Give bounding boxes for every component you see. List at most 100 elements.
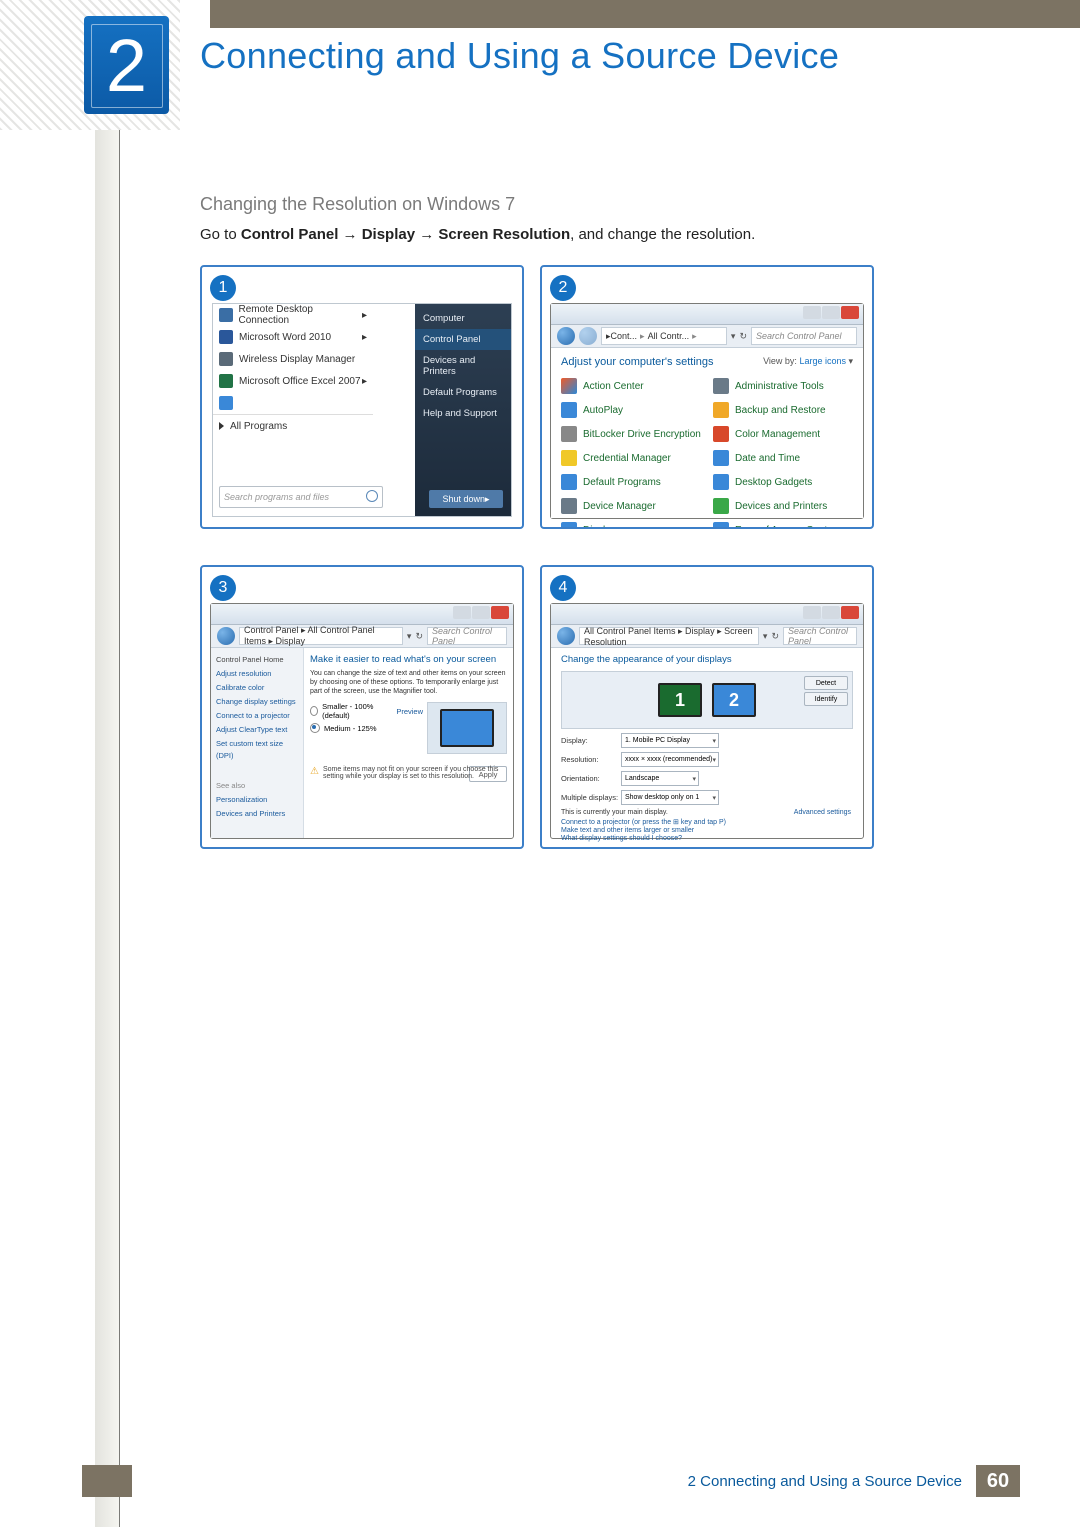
cp-item-credential[interactable]: Credential Manager <box>561 450 701 466</box>
monitor-1-icon[interactable]: 1 <box>658 683 702 717</box>
path-display: Display <box>362 226 415 243</box>
screenshot-step-4: 4 All Control Panel Items ▸ Display ▸ Sc… <box>540 565 874 849</box>
start-item-word[interactable]: Microsoft Word 2010▸ <box>213 326 373 348</box>
minimize-button[interactable] <box>453 606 471 619</box>
close-button[interactable] <box>841 306 859 319</box>
cp-item-gadgets[interactable]: Desktop Gadgets <box>713 474 853 490</box>
display-select[interactable]: 1. Mobile PC Display <box>621 733 719 748</box>
minimize-button[interactable] <box>803 306 821 319</box>
search-input[interactable]: Search Control Panel <box>751 327 857 345</box>
monitor-2-icon[interactable]: 2 <box>712 683 756 717</box>
monitor-icon <box>561 522 577 529</box>
identify-button[interactable]: Identify <box>804 692 848 706</box>
cp-item-backup[interactable]: Backup and Restore <box>713 402 853 418</box>
warning-text: Some items may not fit on your screen if… <box>323 766 507 780</box>
orientation-select[interactable]: Landscape <box>621 771 699 786</box>
path-control-panel: Control Panel <box>241 226 339 243</box>
breadcrumb[interactable]: ▸ Cont... ▸ All Contr... ▸ <box>601 327 727 345</box>
start-item-label: Microsoft Office Excel 2007 <box>239 376 361 387</box>
display-body: Control Panel Home Adjust resolution Cal… <box>211 648 513 838</box>
sidebar-link-calibrate[interactable]: Calibrate color <box>216 682 298 694</box>
search-input[interactable]: Search Control Panel <box>783 627 857 645</box>
nav-back-button[interactable] <box>557 627 575 645</box>
radio-icon <box>310 706 318 716</box>
start-search-input[interactable]: Search programs and files <box>219 486 383 508</box>
maximize-button[interactable] <box>822 606 840 619</box>
intro-prefix: Go to <box>200 226 241 243</box>
start-item-wdm[interactable]: Wireless Display Manager <box>213 348 373 370</box>
cp-item-label: Device Manager <box>583 501 656 512</box>
minimize-button[interactable] <box>803 606 821 619</box>
sidebar-link-cleartype[interactable]: Adjust ClearType text <box>216 724 298 736</box>
note-text: This is currently your main display. <box>561 809 668 816</box>
sidebar-link-devices[interactable]: Devices and Printers <box>216 808 298 820</box>
radio-smaller[interactable]: Smaller - 100% (default) Preview <box>310 702 423 720</box>
cp-item-admin-tools[interactable]: Administrative Tools <box>713 378 853 394</box>
detect-button[interactable]: Detect <box>804 676 848 690</box>
top-decor-band <box>210 0 1080 28</box>
program-icon <box>561 474 577 490</box>
resolution-select[interactable]: xxxx × xxxx (recommended) <box>621 752 719 767</box>
sidebar-link-dpi[interactable]: Set custom text size (DPI) <box>216 738 298 762</box>
control-panel-body: Adjust your computer's settings View by:… <box>551 348 863 518</box>
maximize-button[interactable] <box>472 606 490 619</box>
cp-item-display[interactable]: Display <box>561 522 701 529</box>
sidebar-link-adjust-res[interactable]: Adjust resolution <box>216 668 298 680</box>
all-programs[interactable]: All Programs <box>213 414 373 437</box>
nav-back-button[interactable] <box>557 327 575 345</box>
cp-item-label: BitLocker Drive Encryption <box>583 429 701 440</box>
field-label: Display: <box>561 736 621 745</box>
link-help[interactable]: What display settings should I choose? <box>561 835 853 842</box>
nav-forward-button[interactable] <box>579 327 597 345</box>
start-right-control-panel[interactable]: Control Panel <box>415 329 511 350</box>
close-button[interactable] <box>841 606 859 619</box>
display-icon <box>219 352 233 366</box>
start-item-excel[interactable]: Microsoft Office Excel 2007▸ <box>213 370 373 392</box>
start-right-devices[interactable]: Devices and Printers <box>415 350 511 382</box>
start-item-rdp[interactable]: Remote Desktop Connection▸ <box>213 304 373 326</box>
see-also-header: See also <box>216 780 298 792</box>
view-by[interactable]: View by: Large icons ▾ <box>763 356 853 368</box>
link-text-size[interactable]: Make text and other items larger or smal… <box>561 827 853 834</box>
sidebar-link-projector[interactable]: Connect to a projector <box>216 710 298 722</box>
link-projector[interactable]: Connect to a projector (or press the ⊞ k… <box>561 818 853 826</box>
nav-back-button[interactable] <box>217 627 235 645</box>
cp-item-devices-printers[interactable]: Devices and Printers <box>713 498 853 514</box>
preview-link[interactable]: Preview <box>396 707 423 716</box>
field-label: Multiple displays: <box>561 793 621 802</box>
sidebar-link-change-settings[interactable]: Change display settings <box>216 696 298 708</box>
start-right-computer[interactable]: Computer <box>415 308 511 329</box>
cp-item-datetime[interactable]: Date and Time <box>713 450 853 466</box>
shutdown-button[interactable]: Shut down ▸ <box>429 490 503 508</box>
multiple-displays-select[interactable]: Show desktop only on 1 <box>621 790 719 805</box>
radio-medium[interactable]: Medium - 125% <box>310 723 423 733</box>
breadcrumb[interactable]: Control Panel ▸ All Control Panel Items … <box>239 627 403 645</box>
start-right-defaults[interactable]: Default Programs <box>415 382 511 403</box>
cp-item-autoplay[interactable]: AutoPlay <box>561 402 701 418</box>
warning-icon: ⚠ <box>310 766 319 777</box>
start-item-label: Microsoft Word 2010 <box>239 332 331 343</box>
search-input[interactable]: Search Control Panel <box>427 627 507 645</box>
start-right-help[interactable]: Help and Support <box>415 403 511 424</box>
start-menu-right-pane: Computer Control Panel Devices and Print… <box>415 304 511 516</box>
cp-item-action-center[interactable]: Action Center <box>561 378 701 394</box>
cp-item-default-programs[interactable]: Default Programs <box>561 474 701 490</box>
cp-item-bitlocker[interactable]: BitLocker Drive Encryption <box>561 426 701 442</box>
cp-item-color[interactable]: Color Management <box>713 426 853 442</box>
advanced-settings-link[interactable]: Advanced settings <box>794 809 851 816</box>
maximize-button[interactable] <box>822 306 840 319</box>
start-item-blank <box>213 392 373 414</box>
breadcrumb[interactable]: All Control Panel Items ▸ Display ▸ Scre… <box>579 627 759 645</box>
triangle-icon <box>219 422 224 430</box>
control-panel-window: ▸ Cont... ▸ All Contr... ▸ ▾↻ Search Con… <box>550 303 864 519</box>
chapter-title: Connecting and Using a Source Device <box>200 35 839 77</box>
disc-icon <box>561 402 577 418</box>
cp-item-label: AutoPlay <box>583 405 623 416</box>
cp-item-device-manager[interactable]: Device Manager <box>561 498 701 514</box>
footer-left-tab <box>82 1465 132 1497</box>
cp-header-row: Adjust your computer's settings View by:… <box>561 356 853 368</box>
cp-item-ease-of-access[interactable]: Ease of Access Center <box>713 522 853 529</box>
sidebar-link-personalization[interactable]: Personalization <box>216 794 298 806</box>
close-button[interactable] <box>491 606 509 619</box>
monitor-arrangement[interactable]: 1 2 Detect Identify <box>561 671 853 729</box>
